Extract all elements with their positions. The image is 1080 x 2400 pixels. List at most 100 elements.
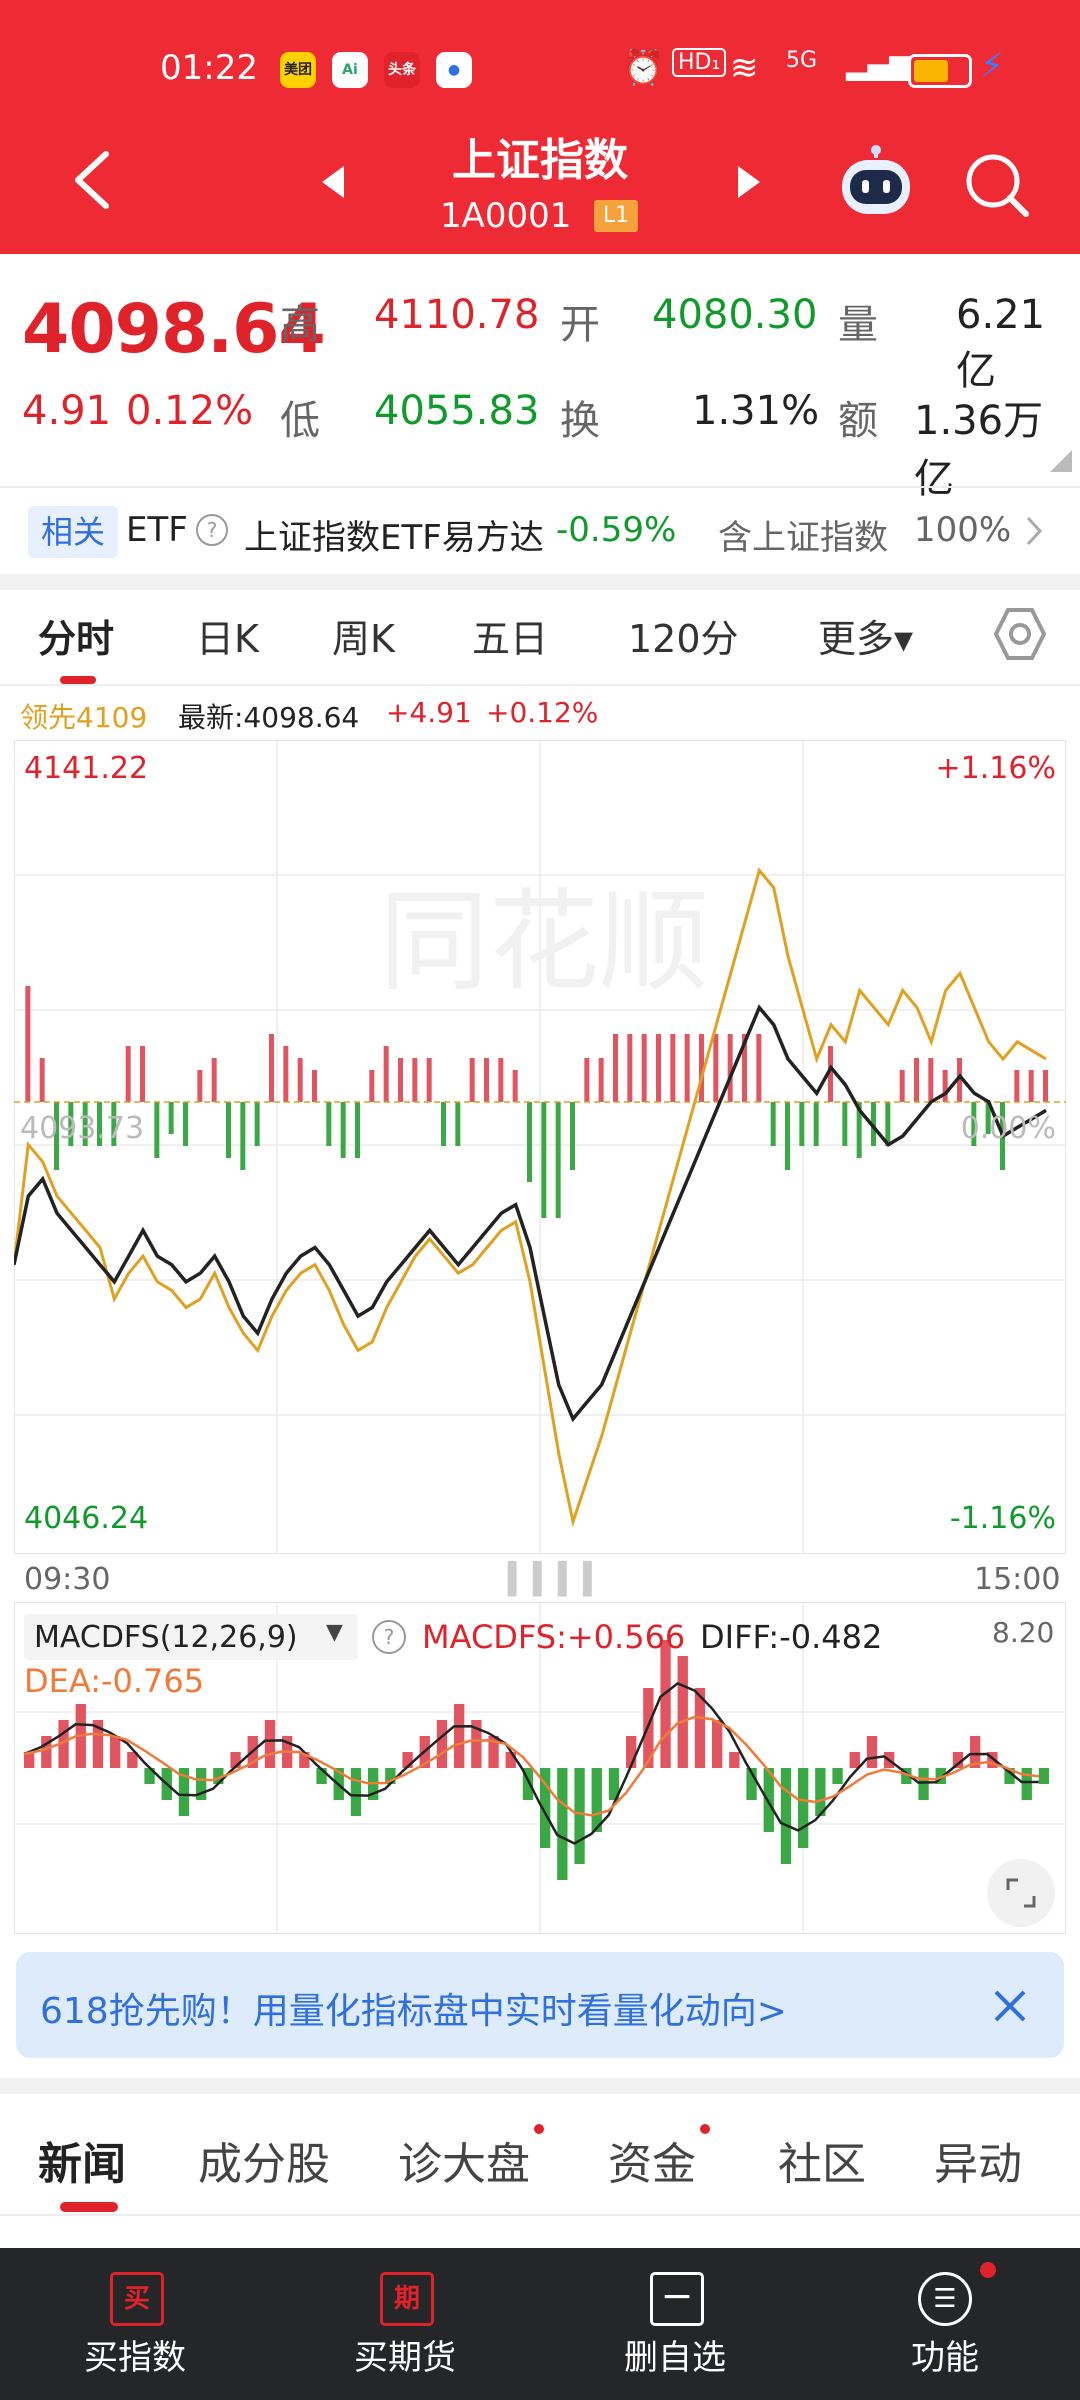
turnover-label: 换 (560, 398, 600, 444)
volume-bar (498, 1058, 504, 1102)
buy-index-icon[interactable]: 买 (110, 2272, 164, 2326)
battery-icon (908, 54, 972, 88)
volume-bar (484, 1058, 489, 1102)
wifi-icon: ≋ (730, 48, 759, 88)
macd-help-icon[interactable]: ? (372, 1620, 406, 1654)
tab-news[interactable]: 新闻 (38, 2128, 126, 2192)
volume-bar (914, 1058, 919, 1102)
tab-five-day[interactable]: 五日 (472, 608, 548, 663)
macd-bar (505, 1752, 516, 1768)
tab-weekly-k[interactable]: 周K (332, 608, 395, 663)
indicator-selector[interactable]: MACDFS(12,26,9) ▼ (24, 1614, 358, 1660)
macd-bar (1021, 1768, 1032, 1800)
level-badge: L1 (594, 200, 638, 232)
latest-value: 最新:4098.64 (178, 701, 360, 734)
divider (0, 2214, 1080, 2216)
volume-bar (312, 1070, 317, 1102)
index-code: 1A0001 (440, 196, 572, 236)
close-icon[interactable] (990, 1986, 1030, 2026)
macd-bar (866, 1736, 878, 1768)
volume-bar (39, 1058, 45, 1102)
tab-movement[interactable]: 异动 (934, 2128, 1022, 2192)
page-title: 上证指数 (452, 135, 628, 186)
tab-daily-k[interactable]: 日K (196, 608, 259, 663)
next-index-icon[interactable] (734, 162, 764, 202)
notification-dot (534, 2124, 544, 2134)
tab-120min[interactable]: 120分 (628, 608, 739, 663)
macd-bar (677, 1656, 688, 1768)
settings-icon[interactable] (994, 606, 1046, 662)
divider (0, 684, 1080, 686)
volume-bar (684, 1034, 690, 1102)
y-mid-label: 4093.73 (20, 1111, 144, 1146)
pct-max-label: +1.16% (936, 751, 1056, 786)
volume-bar (183, 1102, 188, 1146)
pct-mid-label: 0.00% (961, 1111, 1056, 1146)
tab-more[interactable]: 更多▾ (818, 608, 913, 663)
menu-icon[interactable]: ☰ (918, 2272, 972, 2326)
tab-diagnosis[interactable]: 诊大盘 (398, 2128, 530, 2192)
promo-text[interactable]: 618抢先购！用量化指标盘中实时看量化动向> (40, 1982, 787, 2034)
volume-bar (928, 1058, 934, 1102)
buy-futures-icon[interactable]: 期 (380, 2272, 434, 2326)
fullscreen-icon[interactable] (986, 1858, 1056, 1928)
nav-functions[interactable]: 功能 (845, 2330, 1045, 2379)
tab-intraday[interactable]: 分时 (38, 608, 114, 663)
volume-bar (613, 1034, 618, 1102)
macd-bar (1038, 1768, 1050, 1784)
ai-app-icon: Ai (332, 52, 368, 88)
macd-bar (660, 1640, 671, 1768)
volume-bar (125, 1046, 131, 1102)
intraday-chart[interactable]: 同花顺 4141.22 4046.24 4093.73 +1.16% -1.16… (14, 740, 1066, 1554)
status-bar: 01:22 美团 Ai 头条 ● ⏰ HD₁ ≋ 5G ▂▄▆ ⚡ (0, 0, 1080, 140)
indicator-name: MACDFS(12,26,9) (34, 1620, 298, 1655)
help-icon[interactable]: ? (196, 514, 228, 546)
volume-bar (355, 1102, 360, 1158)
tab-funds[interactable]: 资金 (608, 2128, 696, 2192)
section-separator (0, 2078, 1080, 2094)
remove-watchlist-icon[interactable]: 一 (650, 2272, 704, 2326)
volume-bar (584, 1058, 590, 1102)
robot-assistant-icon[interactable] (836, 144, 916, 220)
etf-weight: 100% (914, 510, 1012, 550)
volume-bar (598, 1058, 604, 1102)
tab-components[interactable]: 成分股 (198, 2128, 330, 2192)
status-time: 01:22 (160, 48, 258, 88)
turnover-value: 1.31% (692, 388, 820, 434)
drag-handle-icon[interactable]: ▍▍▍▍ (508, 1562, 608, 1597)
nav-buy-futures[interactable]: 买期货 (305, 2330, 505, 2379)
nav-buy-index[interactable]: 买指数 (35, 2330, 235, 2379)
volume-bar (340, 1102, 346, 1158)
tab-community[interactable]: 社区 (778, 2128, 866, 2192)
meituan-icon: 美团 (280, 52, 316, 88)
volume-bar (168, 1102, 174, 1134)
y-min-label: 4046.24 (24, 1501, 148, 1536)
notification-dot (700, 2124, 710, 2134)
dea-value: DEA:-0.765 (24, 1662, 205, 1700)
volume-bar (727, 1034, 733, 1102)
etf-contains: 含上证指数 (718, 518, 888, 558)
volume-bar (383, 1046, 389, 1102)
macd-bar (918, 1768, 929, 1800)
etf-name[interactable]: 上证指数ETF易方达 (244, 510, 544, 559)
high-value: 4110.78 (374, 292, 540, 338)
signal-icon: ▂▄▆ (846, 48, 911, 81)
volume-bar (627, 1034, 633, 1102)
search-icon[interactable] (962, 150, 1032, 220)
dropdown-icon: ▼ (326, 1620, 343, 1645)
chevron-right-icon[interactable] (1024, 514, 1044, 548)
volume-bar (140, 1046, 145, 1102)
leader-value: 领先4109 (20, 701, 148, 734)
expand-corner-icon[interactable] (1050, 450, 1072, 472)
browser-icon: ● (436, 52, 472, 88)
volume-bar (211, 1058, 217, 1102)
open-label: 开 (560, 302, 600, 348)
volume-bar (269, 1034, 274, 1102)
nav-remove-watchlist[interactable]: 删自选 (575, 2330, 775, 2379)
volume-bar (398, 1058, 403, 1102)
volume-bar (641, 1034, 647, 1102)
watermark: 同花顺 (379, 878, 709, 1006)
change-pct: 0.12% (126, 388, 254, 434)
tab-active-indicator (60, 676, 96, 684)
volume-bar (527, 1102, 532, 1182)
